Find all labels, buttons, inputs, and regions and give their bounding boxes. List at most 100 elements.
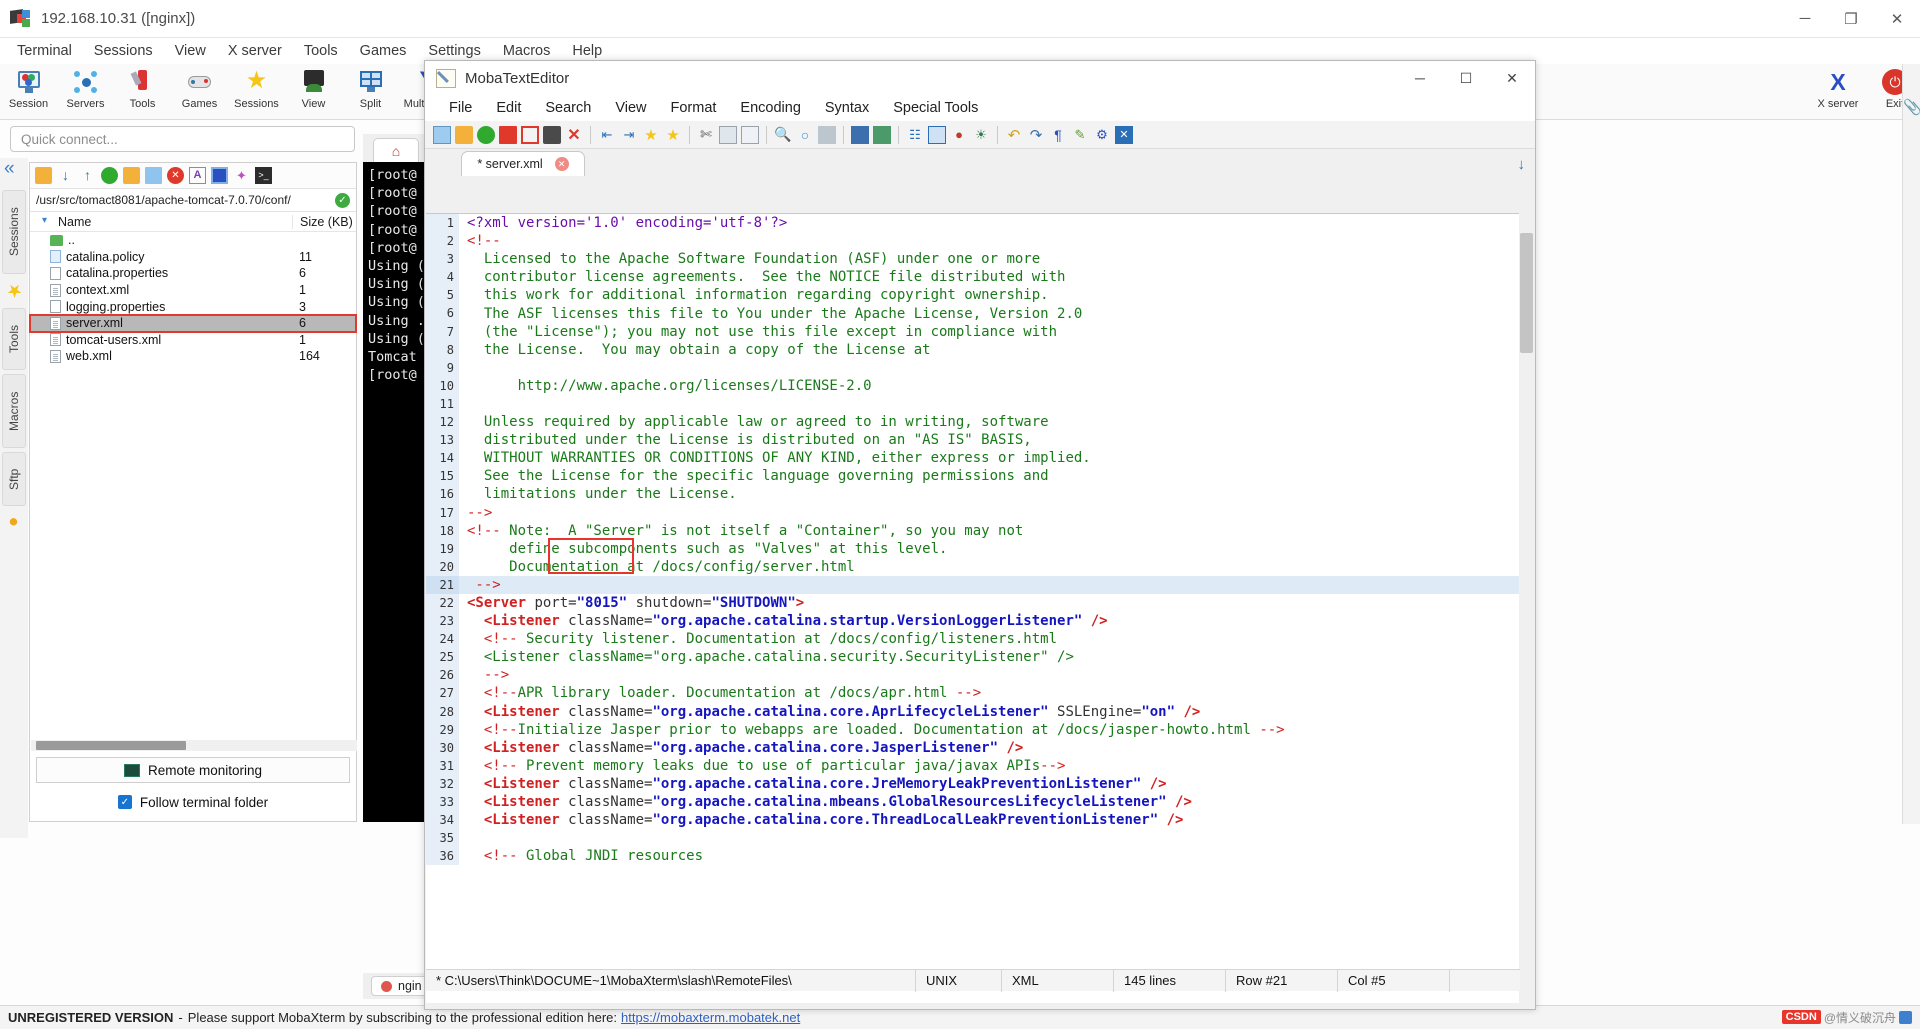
file-row[interactable]: .. bbox=[30, 232, 356, 249]
code-line[interactable]: 28 <Listener className="org.apache.catal… bbox=[426, 702, 1520, 721]
new-file-icon[interactable] bbox=[145, 167, 162, 184]
file-browser-pathbar[interactable]: /usr/src/tomact8081/apache-tomcat-7.0.70… bbox=[30, 189, 356, 212]
code-line[interactable]: 30 <Listener className="org.apache.catal… bbox=[426, 738, 1520, 757]
print-icon[interactable] bbox=[543, 125, 561, 144]
new-folder-icon[interactable] bbox=[123, 167, 140, 184]
menu-games[interactable]: Games bbox=[349, 40, 418, 62]
compare-icon[interactable]: ☷ bbox=[906, 126, 924, 144]
reload-icon[interactable] bbox=[477, 125, 495, 144]
close-x-icon[interactable]: ✕ bbox=[1115, 125, 1133, 144]
parent-folder-icon[interactable] bbox=[35, 167, 52, 184]
toolbar-xserver-button[interactable]: X X server bbox=[1806, 66, 1870, 110]
syntax-icon[interactable] bbox=[928, 125, 946, 144]
code-line[interactable]: 17 --> bbox=[426, 503, 1520, 522]
editor-scrollbar-thumb[interactable] bbox=[1520, 233, 1533, 353]
find-next-icon[interactable]: ○ bbox=[796, 126, 814, 144]
download-arrow-icon[interactable]: ↓ bbox=[1518, 156, 1526, 173]
close-button[interactable]: ✕ bbox=[1874, 0, 1920, 38]
quick-connect-input[interactable]: Quick connect... bbox=[10, 126, 355, 152]
copy-icon[interactable] bbox=[719, 125, 737, 144]
goto-icon[interactable] bbox=[851, 125, 869, 144]
editor-menu-file[interactable]: File bbox=[437, 97, 484, 119]
cut-icon[interactable]: ✄ bbox=[697, 126, 715, 144]
menu-view[interactable]: View bbox=[164, 40, 217, 62]
menu-settings[interactable]: Settings bbox=[417, 40, 491, 62]
menu-macros[interactable]: Macros bbox=[492, 40, 562, 62]
toolbar-games-button[interactable]: Games bbox=[171, 66, 228, 110]
editor-vertical-scrollbar[interactable] bbox=[1519, 213, 1534, 1003]
code-line[interactable]: 26 --> bbox=[426, 666, 1520, 685]
run-icon[interactable]: ● bbox=[950, 126, 968, 144]
code-line[interactable]: 2 <!-- bbox=[426, 232, 1520, 251]
code-line[interactable]: 21 --> bbox=[426, 575, 1520, 594]
toolbar-split-button[interactable]: Split bbox=[342, 66, 399, 110]
terminal-session-tab[interactable]: ngin bbox=[371, 976, 432, 996]
file-row[interactable]: server.xml 6 bbox=[29, 313, 357, 333]
paperclip-icon[interactable]: 📎 bbox=[1903, 64, 1920, 116]
code-line[interactable]: 12 Unless required by applicable law or … bbox=[426, 413, 1520, 432]
code-line[interactable]: 29 <!--Initialize Jasper prior to webapp… bbox=[426, 720, 1520, 739]
toolbar-tools-button[interactable]: Tools bbox=[114, 66, 171, 110]
toolbar-sessions-button[interactable]: ★ Sessions bbox=[228, 66, 285, 111]
permissions-icon[interactable]: ✦ bbox=[233, 167, 250, 184]
editor-menu-format[interactable]: Format bbox=[659, 97, 729, 119]
upload-icon[interactable]: ↑ bbox=[79, 167, 96, 184]
follow-terminal-checkbox[interactable]: ✓ bbox=[117, 795, 132, 809]
code-editor-area[interactable]: 1 <?xml version='1.0' encoding='utf-8'?> 2… bbox=[426, 213, 1520, 1003]
terminal-icon[interactable]: >_ bbox=[255, 167, 272, 184]
file-row[interactable]: catalina.policy 11 bbox=[30, 249, 356, 266]
toolbar-session-button[interactable]: Session bbox=[0, 66, 57, 110]
double-chevron-left-icon[interactable]: « bbox=[4, 158, 15, 180]
find-icon[interactable]: 🔍 bbox=[774, 126, 792, 144]
binary-mode-icon[interactable] bbox=[211, 167, 228, 184]
rail-tab-macros[interactable]: Macros bbox=[2, 374, 26, 448]
code-line[interactable]: 20 Documentation at /docs/config/server.… bbox=[426, 557, 1520, 576]
new-file-icon[interactable] bbox=[433, 125, 451, 144]
minimize-button[interactable]: ─ bbox=[1782, 0, 1828, 38]
code-line[interactable]: 5 this work for additional information r… bbox=[426, 286, 1520, 305]
code-line[interactable]: 33 <Listener className="org.apache.catal… bbox=[426, 793, 1520, 812]
column-header-name[interactable]: Name bbox=[30, 215, 292, 229]
download-icon[interactable]: ↓ bbox=[57, 167, 74, 184]
web-icon[interactable]: ☀ bbox=[972, 126, 990, 144]
code-line[interactable]: 24 <!-- Security listener. Documentation… bbox=[426, 630, 1520, 649]
code-line[interactable]: 1 <?xml version='1.0' encoding='utf-8'?> bbox=[426, 214, 1520, 233]
code-line[interactable]: 19 define subcomponents such as "Valves"… bbox=[426, 539, 1520, 558]
redo-icon[interactable]: ↷ bbox=[1027, 126, 1045, 144]
code-line[interactable]: 27 <!--APR library loader. Documentation… bbox=[426, 684, 1520, 703]
tab-close-icon[interactable]: ✕ bbox=[554, 157, 569, 171]
editor-tab-server-xml[interactable]: * server.xml ✕ bbox=[461, 151, 585, 176]
code-line[interactable]: 34 <Listener className="org.apache.catal… bbox=[426, 811, 1520, 830]
pilcrow-icon[interactable]: ¶ bbox=[1049, 126, 1067, 144]
column-header-size[interactable]: Size (KB) bbox=[292, 214, 356, 229]
file-row[interactable]: catalina.properties 6 bbox=[30, 265, 356, 282]
remote-monitoring-button[interactable]: Remote monitoring bbox=[36, 757, 350, 783]
editor-menu-syntax[interactable]: Syntax bbox=[813, 97, 881, 119]
undo-icon[interactable]: ↶ bbox=[1005, 126, 1023, 144]
sort-icon[interactable] bbox=[873, 125, 891, 144]
rail-favorites-star-icon[interactable]: ★ bbox=[2, 278, 26, 304]
code-line[interactable]: 11 bbox=[426, 394, 1520, 414]
file-row[interactable]: context.xml 1 bbox=[30, 282, 356, 299]
toolbar-servers-button[interactable]: Servers bbox=[57, 66, 114, 110]
code-line[interactable]: 23 <Listener className="org.apache.catal… bbox=[426, 612, 1520, 631]
menu-sessions[interactable]: Sessions bbox=[83, 40, 164, 62]
menu-help[interactable]: Help bbox=[561, 40, 613, 62]
rail-tab-sessions[interactable]: Sessions bbox=[2, 190, 26, 274]
editor-close-button[interactable]: ✕ bbox=[1489, 61, 1535, 95]
code-line[interactable]: 14 WITHOUT WARRANTIES OR CONDITIONS OF A… bbox=[426, 449, 1520, 468]
code-line[interactable]: 25 <Listener className="org.apache.catal… bbox=[426, 648, 1520, 667]
bookmark-add-icon[interactable]: ★ bbox=[642, 126, 660, 144]
menu-terminal[interactable]: Terminal bbox=[6, 40, 83, 62]
delete-icon[interactable]: ✕ bbox=[167, 167, 184, 184]
code-line[interactable]: 7 (the "License"); you may not use this … bbox=[426, 322, 1520, 341]
paste-icon[interactable] bbox=[741, 125, 759, 144]
open-folder-icon[interactable] bbox=[455, 125, 473, 144]
code-line[interactable]: 22 <Server port="8015" shutdown="SHUTDOWN… bbox=[426, 593, 1520, 613]
file-browser-hscrollbar[interactable] bbox=[31, 740, 357, 751]
settings-icon[interactable]: ⚙ bbox=[1093, 126, 1111, 144]
editor-menu-view[interactable]: View bbox=[603, 97, 658, 119]
code-line[interactable]: 4 contributor license agreements. See th… bbox=[426, 268, 1520, 287]
code-line[interactable]: 9 bbox=[426, 358, 1520, 377]
code-line[interactable]: 8 the License. You may obtain a copy of … bbox=[426, 340, 1520, 359]
